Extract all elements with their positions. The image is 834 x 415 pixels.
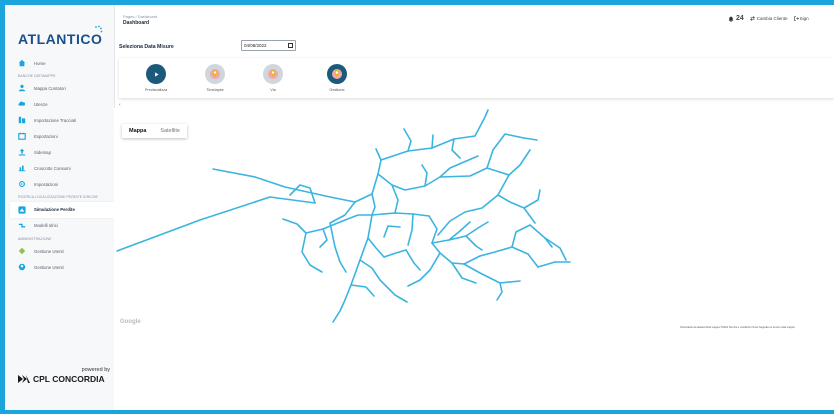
sidebar-item-gestione-utenti[interactable]: Gestione Utenti	[10, 259, 114, 275]
tool-label: Gestione	[329, 88, 345, 92]
sidebar-item-gestione-utenti[interactable]: Gestione Utenti	[10, 243, 114, 259]
date-label: Seleziona Data Misure	[119, 44, 174, 50]
tool-gestione[interactable]: Gestione	[317, 64, 357, 92]
notification-count[interactable]: 24	[736, 15, 744, 22]
map-type-mappa[interactable]: Mappa	[122, 128, 153, 134]
sidebar-item-label: Esportazioni	[34, 133, 58, 139]
sidebar-item-label: Importazione Tracciati	[34, 117, 77, 123]
person-icon	[18, 85, 26, 92]
bell-icon[interactable]	[728, 16, 734, 22]
sidebar-item-impostazioni[interactable]: Impostazioni	[10, 176, 114, 192]
tool-timelapse[interactable]: Timelapse	[195, 64, 235, 92]
tool-panel: Previsualizza Timelapse Via Gestione	[119, 58, 834, 98]
sidebar-item-label: Gestione Utenti	[34, 248, 64, 254]
cloud-icon	[18, 101, 26, 107]
simulation-icon	[18, 206, 26, 214]
sidebar-section-title: AMMINISTRAZIONE	[18, 236, 52, 241]
sidebar-item-label: Modelli Idrici	[34, 223, 58, 229]
map-canvas[interactable]	[114, 108, 834, 410]
google-logo: Google	[120, 319, 141, 325]
upload-icon	[18, 149, 26, 156]
users-icon	[18, 248, 26, 255]
sidebar-item-label: Mappa Contatori	[34, 85, 66, 91]
home-icon	[18, 59, 26, 67]
map-attribution[interactable]: Scorciatoie da tastiera Dati mappa ©2022…	[680, 326, 795, 329]
breadcrumb[interactable]: Pages / Dashboard	[123, 14, 157, 19]
map-type-satellite[interactable]: Satellite	[153, 128, 187, 134]
sidebar-item-mappa-contatori[interactable]: Mappa Contatori	[10, 80, 114, 96]
sidebar-item-label: Simulazione Perdite	[34, 207, 75, 213]
import-icon	[18, 117, 26, 124]
sign-out-link[interactable]: Sign	[800, 16, 809, 21]
export-icon	[18, 133, 26, 141]
logout-icon	[793, 16, 799, 21]
sidebar: ATLANTICO Home BANCHE DATI/MAPPE Mappa Con…	[5, 5, 115, 410]
sidebar-section-title: BANCHE DATI/MAPPE	[18, 74, 56, 78]
sidebar-item-label: Sidemap	[34, 149, 51, 155]
cpl-mark-icon	[18, 375, 30, 383]
company-name: CPL CONCORDIA	[33, 374, 105, 384]
tool-via[interactable]: Via	[253, 64, 293, 92]
map-pin-icon	[205, 64, 225, 84]
water-network-map	[116, 109, 571, 323]
map-type-control: Mappa Satellite	[122, 124, 187, 138]
sidebar-item-esportazioni[interactable]: Esportazioni	[10, 128, 114, 144]
map-pin-icon	[327, 64, 347, 84]
map-pin-icon	[263, 64, 283, 84]
date-value: 04/08/2022	[244, 43, 267, 48]
tool-label: Timelapse	[206, 88, 224, 92]
change-client-link[interactable]: Cambia Cliente	[757, 16, 788, 21]
header-actions: 24 Cambia Cliente Sign	[728, 15, 809, 22]
company-logo: CPL CONCORDIA	[17, 374, 105, 384]
calendar-icon[interactable]	[288, 43, 293, 48]
sidebar-item-modelli-idrici[interactable]: Modelli Idrici	[10, 218, 114, 234]
date-input[interactable]: 04/08/2022	[241, 40, 296, 51]
sidebar-item-label: Cruscotto Consumi	[34, 165, 71, 171]
tool-label: Via	[270, 88, 276, 92]
page-title: Dashboard	[123, 20, 150, 26]
sidebar-item-label: Home	[34, 60, 46, 66]
user-admin-icon	[18, 264, 26, 271]
tool-previsualizza[interactable]: Previsualizza	[136, 64, 176, 92]
sidebar-item-simulazione-perdite[interactable]: Simulazione Perdite	[10, 201, 114, 218]
sidebar-item-home[interactable]: Home	[10, 55, 114, 71]
play-icon	[146, 64, 166, 84]
sidebar-item-label: Impostazioni	[34, 181, 59, 187]
sidebar-menu: Home BANCHE DATI/MAPPE Mappa Contatori Uten…	[10, 55, 114, 275]
water-network-lines	[116, 109, 571, 323]
sidebar-item-label: Utenze	[34, 101, 48, 107]
sidebar-item-importazione-tracciati[interactable]: Importazione Tracciati	[10, 112, 114, 128]
model-icon	[18, 223, 26, 228]
app-logo[interactable]: ATLANTICO	[18, 31, 102, 47]
settings-icon	[19, 181, 25, 188]
sidebar-item-sidemap[interactable]: Sidemap	[10, 144, 114, 160]
chart-icon	[18, 166, 26, 172]
sidebar-section-title: RICERCA LOCALIZZAZIONE PERDITE IDRICHE	[18, 195, 98, 200]
tool-label: Previsualizza	[144, 88, 168, 92]
sidebar-item-cruscotto-consumi[interactable]: Cruscotto Consumi	[10, 160, 114, 176]
logo-dots-icon	[95, 25, 103, 33]
sidebar-item-utenze[interactable]: Utenze	[10, 96, 114, 112]
powered-by-label: powered by	[81, 367, 110, 373]
sidebar-item-label: Gestione Utenti	[34, 264, 64, 270]
swap-icon	[749, 16, 755, 21]
